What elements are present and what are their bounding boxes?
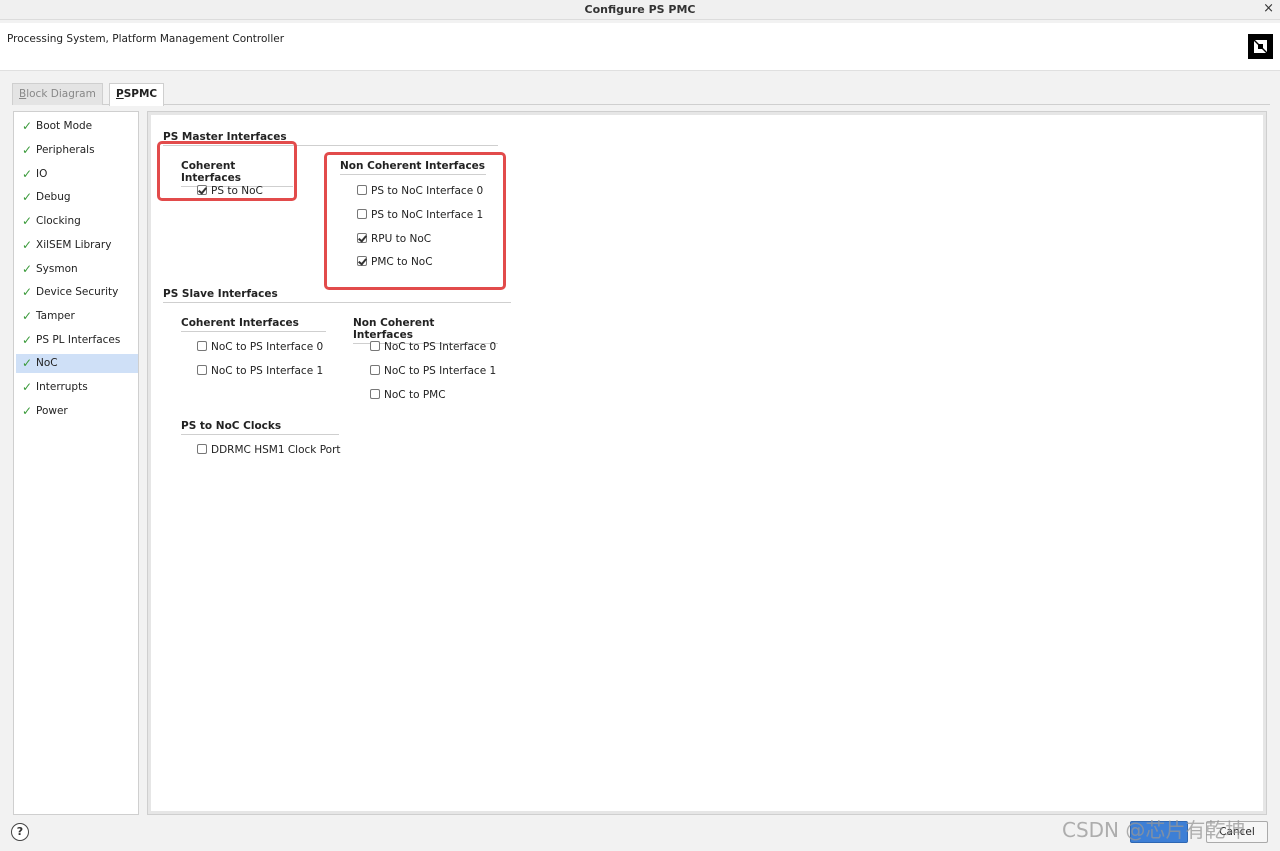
checkbox-box	[197, 444, 207, 454]
checkbox-noc-to-ps-interface-0[interactable]: NoC to PS Interface 0	[197, 341, 323, 353]
checkbox-label: NoC to PMC	[384, 389, 446, 401]
checkbox-box	[197, 341, 207, 351]
checkbox-nc-noc-to-ps-interface-1[interactable]: NoC to PS Interface 1	[370, 365, 496, 377]
check-icon: ✓	[22, 356, 33, 370]
tab-block-diagram[interactable]: Block Diagram	[12, 83, 103, 105]
sidebar-item-label: Device Security	[36, 286, 119, 298]
checkbox-label: NoC to PS Interface 0	[211, 341, 324, 353]
dialog-subtitle: Processing System, Platform Management C…	[7, 33, 285, 45]
ps-slave-interfaces-title: PS Slave Interfaces	[163, 288, 511, 303]
check-icon: ✓	[22, 309, 33, 323]
sidebar-item-device-security[interactable]: ✓ Device Security	[16, 283, 138, 302]
tab-mnemonic: P	[116, 88, 124, 100]
sidebar-item-debug[interactable]: ✓ Debug	[16, 188, 138, 207]
ps-to-noc-clocks-title: PS to NoC Clocks	[181, 420, 339, 435]
check-icon: ✓	[22, 380, 33, 394]
help-icon[interactable]: ?	[11, 823, 29, 841]
sidebar-item-label: Clocking	[36, 215, 81, 227]
sidebar-item-label: PS PL Interfaces	[36, 334, 121, 346]
sidebar-item-label: Power	[36, 405, 68, 417]
title-bar: Configure PS PMC ×	[0, 0, 1280, 20]
sidebar-item-label: Peripherals	[36, 144, 95, 156]
sidebar-item-clocking[interactable]: ✓ Clocking	[16, 212, 138, 231]
sidebar-item-label: Debug	[36, 191, 71, 203]
sidebar-item-peripherals[interactable]: ✓ Peripherals	[16, 141, 138, 160]
checkbox-label: NoC to PS Interface 1	[211, 365, 324, 377]
check-icon: ✓	[22, 262, 33, 276]
sidebar-item-xilsem-library[interactable]: ✓ XilSEM Library	[16, 236, 138, 255]
sidebar-item-label: Sysmon	[36, 263, 78, 275]
sidebar-item-label: Boot Mode	[36, 120, 93, 132]
sidebar-item-ps-pl-interfaces[interactable]: ✓ PS PL Interfaces	[16, 331, 138, 350]
main-panel: PS Master Interfaces Coherent Interfaces…	[147, 111, 1267, 815]
dialog-header: Processing System, Platform Management C…	[0, 23, 1280, 71]
checkbox-label: NoC to PS Interface 0	[384, 341, 497, 353]
tab-label: lock Diagram	[26, 88, 96, 100]
check-icon: ✓	[22, 190, 33, 204]
tab-bar: Block Diagram PSPMC	[12, 83, 1270, 106]
window-title: Configure PS PMC	[584, 3, 696, 16]
close-icon[interactable]: ×	[1263, 1, 1274, 16]
amd-logo-icon	[1248, 34, 1273, 59]
sidebar-item-label: NoC	[36, 357, 58, 369]
checkbox-label: DDRMC HSM1 Clock Port	[211, 444, 341, 456]
sidebar-item-power[interactable]: ✓ Power	[16, 402, 138, 421]
check-icon: ✓	[22, 119, 33, 133]
tab-pspmc[interactable]: PSPMC	[109, 83, 165, 106]
checkbox-box	[370, 341, 380, 351]
cancel-button[interactable]: Cancel	[1206, 821, 1268, 843]
ok-button[interactable]	[1130, 821, 1188, 843]
check-icon: ✓	[22, 333, 33, 347]
checkbox-label: NoC to PS Interface 1	[384, 365, 497, 377]
checkbox-noc-to-ps-interface-1[interactable]: NoC to PS Interface 1	[197, 365, 323, 377]
sidebar-item-boot-mode[interactable]: ✓ Boot Mode	[16, 117, 138, 136]
highlight-box-coherent	[157, 141, 297, 201]
sidebar-item-noc[interactable]: ✓ NoC	[16, 354, 138, 373]
tab-label: SPMC	[123, 88, 158, 100]
sidebar-item-label: IO	[36, 168, 48, 180]
sidebar-item-io[interactable]: ✓ IO	[16, 165, 138, 184]
checkbox-noc-to-pmc[interactable]: NoC to PMC	[370, 389, 446, 401]
highlight-box-non-coherent	[324, 152, 506, 290]
check-icon: ✓	[22, 285, 33, 299]
checkbox-ddrmc-hsm1-clock-port[interactable]: DDRMC HSM1 Clock Port	[197, 444, 341, 456]
slave-non-coherent-title: Non Coherent Interfaces	[353, 317, 498, 344]
check-icon: ✓	[22, 238, 33, 252]
sidebar-item-sysmon[interactable]: ✓ Sysmon	[16, 260, 138, 279]
slave-coherent-title: Coherent Interfaces	[181, 317, 326, 332]
sidebar-item-label: Interrupts	[36, 381, 88, 393]
sidebar-item-label: Tamper	[36, 310, 75, 322]
noc-settings-panel: PS Master Interfaces Coherent Interfaces…	[151, 115, 1263, 811]
sidebar: ✓ Boot Mode ✓ Peripherals ✓ IO ✓ Debug ✓ Cloc…	[13, 111, 139, 815]
check-icon: ✓	[22, 167, 33, 181]
checkbox-box	[370, 389, 380, 399]
checkbox-box	[370, 365, 380, 375]
checkbox-box	[197, 365, 207, 375]
check-icon: ✓	[22, 143, 33, 157]
check-icon: ✓	[22, 404, 33, 418]
sidebar-item-interrupts[interactable]: ✓ Interrupts	[16, 378, 138, 397]
sidebar-item-tamper[interactable]: ✓ Tamper	[16, 307, 138, 326]
check-icon: ✓	[22, 214, 33, 228]
checkbox-nc-noc-to-ps-interface-0[interactable]: NoC to PS Interface 0	[370, 341, 496, 353]
sidebar-item-label: XilSEM Library	[36, 239, 112, 251]
